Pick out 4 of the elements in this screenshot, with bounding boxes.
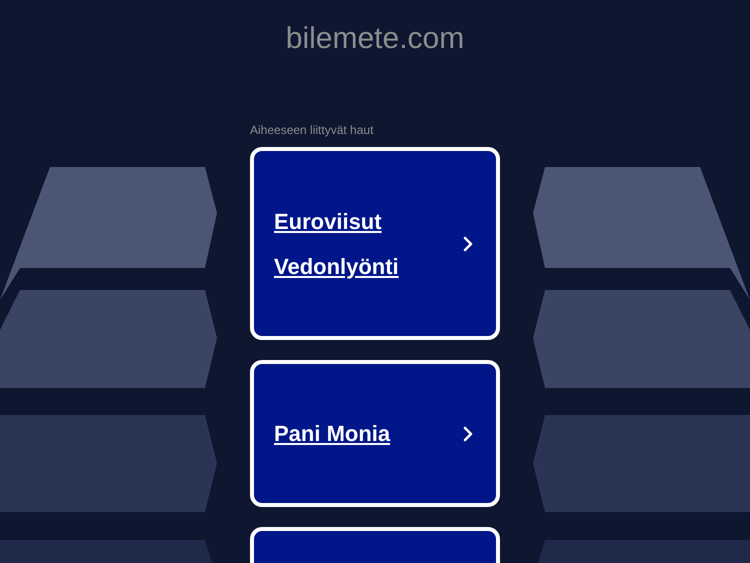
search-link-card[interactable]: Pani Monia [250,360,500,507]
section-heading: Aiheeseen liittyvät haut [250,123,374,139]
search-link-card[interactable]: Euroviisut Vedonlyönti [250,147,500,340]
site-title: bilemete.com [286,22,464,56]
